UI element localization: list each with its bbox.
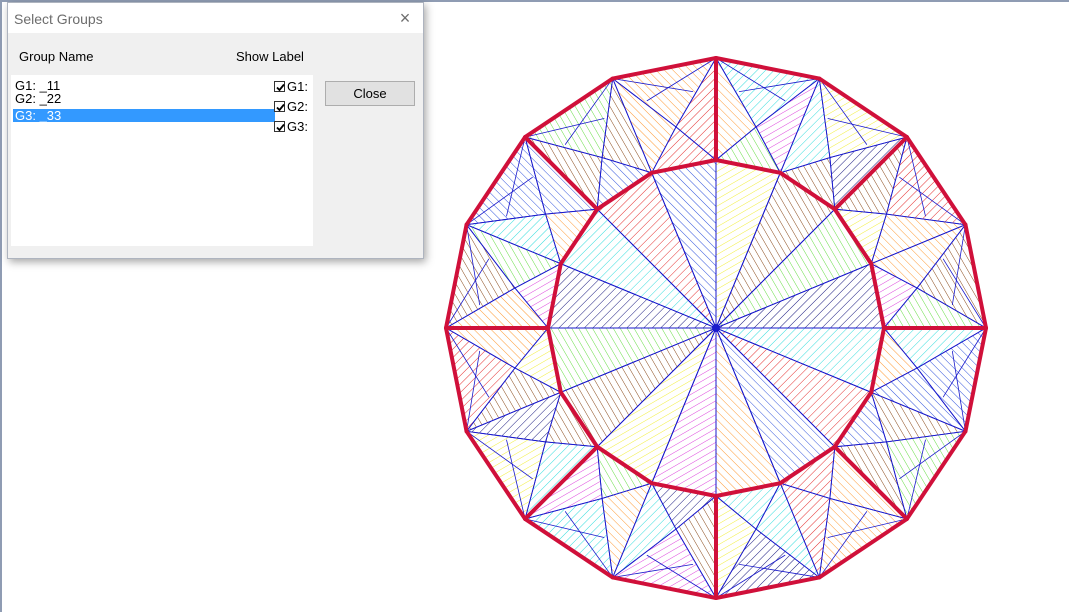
show-label-text-g1: G1:: [287, 79, 308, 94]
select-groups-dialog: Select Groups × Group Name Show Label G1…: [7, 2, 424, 259]
check-icon: [276, 83, 285, 92]
show-label-checkbox-g1[interactable]: [274, 81, 285, 92]
close-icon[interactable]: ×: [396, 9, 414, 27]
group-name-header: Group Name: [19, 49, 94, 64]
check-icon: [276, 103, 285, 112]
check-icon: [276, 123, 285, 132]
dialog-titlebar[interactable]: Select Groups ×: [8, 3, 423, 33]
group-list-item-g3[interactable]: G3: _33: [13, 109, 275, 122]
group-list[interactable]: G1: _11 G2: _22 G3: _33 G1: G2: G3:: [11, 75, 313, 246]
close-button[interactable]: Close: [325, 81, 415, 106]
show-label-text-g3: G3:: [287, 119, 308, 134]
show-label-header: Show Label: [236, 49, 304, 64]
center-point: [712, 324, 720, 332]
show-label-text-g2: G2:: [287, 99, 308, 114]
dialog-title: Select Groups: [14, 11, 103, 27]
show-label-checkbox-g3[interactable]: [274, 121, 285, 132]
group-list-item-g2[interactable]: G2: _22: [13, 92, 275, 105]
show-label-checkbox-g2[interactable]: [274, 101, 285, 112]
